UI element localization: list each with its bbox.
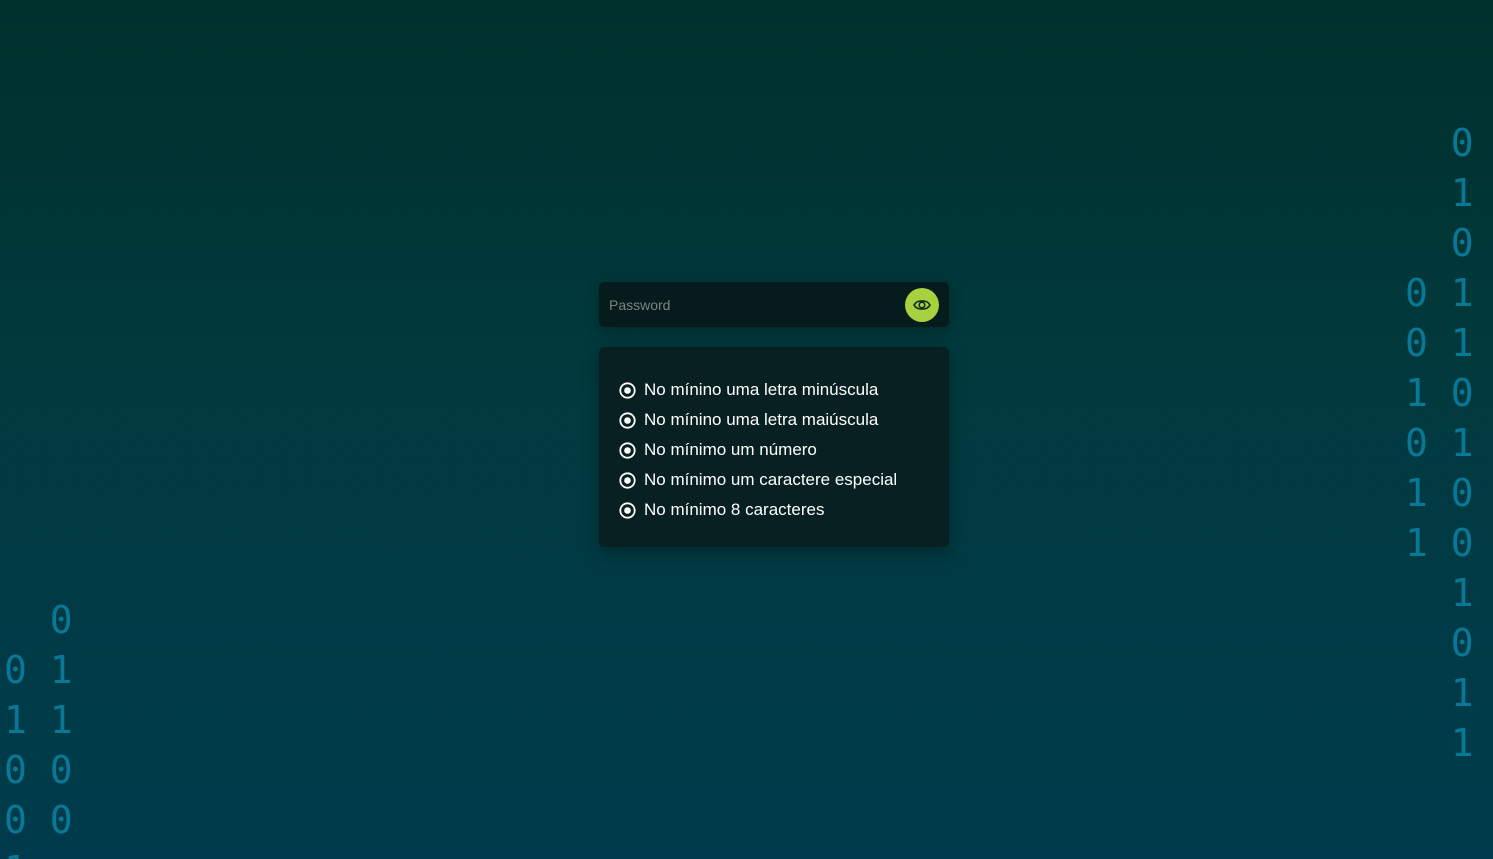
requirement-label: No mínino uma letra maiúscula <box>644 410 879 429</box>
password-requirements-panel: No mínino uma letra minúscula No mínino … <box>599 347 949 547</box>
radio-circle-icon <box>619 471 636 489</box>
radio-circle-icon <box>619 381 636 399</box>
requirement-lowercase: No mínino uma letra minúscula <box>619 375 929 405</box>
eye-icon <box>913 300 931 310</box>
requirement-label: No mínimo 8 caracteres <box>644 500 825 519</box>
requirement-number: No mínimo um número <box>619 435 929 465</box>
password-input[interactable] <box>599 282 889 327</box>
password-field <box>599 282 949 327</box>
requirement-uppercase: No mínino uma letra maiúscula <box>619 405 929 435</box>
requirement-special-char: No mínimo um caractere especial <box>619 465 929 495</box>
requirement-label: No mínimo um caractere especial <box>644 470 898 489</box>
binary-rain-left: 0 0 1 1 1 0 0 0 0 1 <box>4 598 73 859</box>
radio-circle-icon <box>619 501 636 519</box>
requirement-label: No mínimo um número <box>644 440 817 459</box>
radio-circle-icon <box>619 411 636 429</box>
requirement-label: No mínino uma letra minúscula <box>644 380 879 399</box>
radio-circle-icon <box>619 441 636 459</box>
requirement-min-length: No mínimo 8 caracteres <box>619 495 929 525</box>
show-password-button[interactable] <box>905 288 939 322</box>
binary-rain-right: 0 1 1 0 0 0 1 1 0 1 1 1 0 0 0 1 1 1 0 1 … <box>1405 121 1474 765</box>
